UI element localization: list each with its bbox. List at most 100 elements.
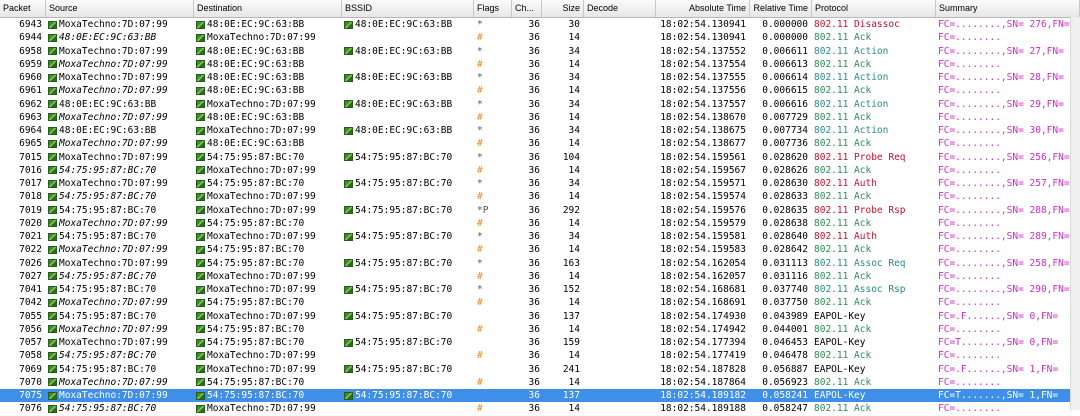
network-node-icon bbox=[196, 139, 205, 148]
cell-text: 14 bbox=[568, 244, 580, 256]
cell-text: 0.006614 bbox=[762, 72, 808, 83]
cell-src: MoxaTechno:7D:07:99 bbox=[48, 389, 192, 402]
cell-bssid: 48:0E:EC:9C:63:BB bbox=[344, 98, 472, 111]
table-row[interactable]: 7055 54:75:95:87:BC:70 MoxaTechno:7D:07:99… bbox=[0, 310, 1080, 323]
table-row[interactable]: 7026 MoxaTechno:7D:07:99 54:75:95:87:BC:70… bbox=[0, 257, 1080, 270]
cell-sum: FC=........,SN= 258,FN= bbox=[938, 257, 1070, 270]
cell-text: 0.056887 bbox=[762, 363, 808, 375]
cell-text: 18:02:54.168691 bbox=[660, 297, 746, 309]
packet-list[interactable]: Packet Source Destination BSSID Flags Ch… bbox=[0, 0, 1080, 414]
cell-dst: 54:75:95:87:BC:70 bbox=[196, 177, 340, 190]
cell-dst: 48:0E:EC:9C:63:BB bbox=[196, 137, 340, 150]
cell-text: MoxaTechno:7D:07:99 bbox=[59, 337, 168, 348]
table-row[interactable]: 7056 MoxaTechno:7D:07:99 54:75:95:87:BC:70… bbox=[0, 323, 1080, 336]
cell-text: 18:02:54.168681 bbox=[660, 284, 746, 295]
table-row[interactable]: 6963 MoxaTechno:7D:07:99 48:0E:EC:9C:63:BB… bbox=[0, 111, 1080, 124]
cell-abs: 18:02:54.138670 bbox=[656, 111, 746, 124]
cell-proto: 802.11 Ack bbox=[814, 270, 934, 283]
cell-text: 802.11 Probe Rsp bbox=[814, 204, 906, 216]
cell-text: MoxaTechno:7D:07:99 bbox=[207, 191, 316, 203]
col-flags[interactable]: Flags bbox=[474, 0, 512, 17]
cell-text: 48:0E:EC:9C:63:BB bbox=[355, 45, 453, 57]
col-absolute-time[interactable]: Absolute Time bbox=[656, 0, 750, 17]
table-row[interactable]: 6961 MoxaTechno:7D:07:99 48:0E:EC:9C:63:BB… bbox=[0, 84, 1080, 97]
cell-abs: 18:02:54.189188 bbox=[656, 402, 746, 415]
cell-packet: 7018 bbox=[2, 190, 42, 203]
cell-text: 7069 bbox=[19, 363, 42, 375]
table-row[interactable]: 6943 MoxaTechno:7D:07:99 48:0E:EC:9C:63:BB… bbox=[0, 18, 1080, 31]
cell-rel: 0.028638 bbox=[750, 217, 808, 230]
table-row[interactable]: 6944 48:0E:EC:9C:63:BB MoxaTechno:7D:07:99… bbox=[0, 31, 1080, 44]
table-row[interactable]: 7069 54:75:95:87:BC:70 MoxaTechno:7D:07:99… bbox=[0, 363, 1080, 376]
table-row[interactable]: 7021 54:75:95:87:BC:70 MoxaTechno:7D:07:99… bbox=[0, 230, 1080, 243]
cell-flags: # bbox=[477, 323, 511, 336]
cell-bssid: 54:75:95:87:BC:70 bbox=[344, 310, 472, 323]
cell-sum: FC=........,SN= 27,FN= bbox=[938, 45, 1070, 58]
cell-abs: 18:02:54.130941 bbox=[656, 18, 746, 31]
table-row[interactable]: 7058 54:75:95:87:BC:70 MoxaTechno:7D:07:99… bbox=[0, 349, 1080, 362]
table-row[interactable]: 7057 MoxaTechno:7D:07:99 54:75:95:87:BC:70… bbox=[0, 336, 1080, 349]
network-node-icon bbox=[196, 47, 205, 55]
cell-size: 14 bbox=[542, 58, 580, 71]
col-decode[interactable]: Decode bbox=[584, 0, 656, 17]
table-row[interactable]: 7020 MoxaTechno:7D:07:99 54:75:95:87:BC:70… bbox=[0, 217, 1080, 230]
table-row[interactable]: 7076 54:75:95:87:BC:70 MoxaTechno:7D:07:99… bbox=[0, 402, 1080, 415]
table-row[interactable]: 7015 MoxaTechno:7D:07:99 54:75:95:87:BC:70… bbox=[0, 151, 1080, 164]
col-summary[interactable]: Summary bbox=[936, 0, 1080, 17]
table-row[interactable]: 7041 54:75:95:87:BC:70 MoxaTechno:7D:07:99… bbox=[0, 283, 1080, 296]
cell-proto: 802.11 Auth bbox=[814, 230, 934, 243]
network-node-icon bbox=[48, 298, 57, 307]
table-row[interactable]: 7070 MoxaTechno:7D:07:99 54:75:95:87:BC:70… bbox=[0, 376, 1080, 389]
col-destination[interactable]: Destination bbox=[194, 0, 342, 17]
network-node-icon bbox=[196, 33, 205, 42]
vertical-scrollbar[interactable] bbox=[1070, 17, 1080, 410]
cell-text: 54:75:95:87:BC:70 bbox=[207, 151, 305, 163]
cell-packet: 7022 bbox=[2, 243, 42, 256]
col-channel[interactable]: Ch... bbox=[512, 0, 542, 17]
cell-text: 48:0E:EC:9C:63:BB bbox=[355, 98, 453, 110]
cell-rel: 0.044001 bbox=[750, 323, 808, 336]
table-row[interactable]: 6958 MoxaTechno:7D:07:99 48:0E:EC:9C:63:BB… bbox=[0, 45, 1080, 58]
network-node-icon bbox=[196, 245, 205, 254]
col-relative-time[interactable]: Relative Time bbox=[750, 0, 812, 17]
cell-src: 54:75:95:87:BC:70 bbox=[48, 310, 192, 323]
col-size[interactable]: Size bbox=[542, 0, 584, 17]
network-node-icon bbox=[48, 272, 57, 281]
cell-text: 0.000000 bbox=[762, 32, 808, 44]
table-row[interactable]: 7018 54:75:95:87:BC:70 MoxaTechno:7D:07:99… bbox=[0, 190, 1080, 203]
table-row[interactable]: 6959 MoxaTechno:7D:07:99 48:0E:EC:9C:63:BB… bbox=[0, 58, 1080, 71]
table-row[interactable]: 6962 48:0E:EC:9C:63:BB MoxaTechno:7D:07:99… bbox=[0, 98, 1080, 111]
cell-text: FC=T.......,SN= 0,FN= bbox=[938, 337, 1059, 348]
table-row[interactable]: 7016 54:75:95:87:BC:70 MoxaTechno:7D:07:99… bbox=[0, 164, 1080, 177]
cell-flags: # bbox=[477, 111, 511, 124]
cell-text: 18:02:54.138675 bbox=[660, 125, 746, 136]
col-protocol[interactable]: Protocol bbox=[812, 0, 936, 17]
table-row[interactable]: 6965 MoxaTechno:7D:07:99 48:0E:EC:9C:63:BB… bbox=[0, 137, 1080, 150]
network-node-icon bbox=[48, 60, 57, 69]
cell-text: 14 bbox=[568, 138, 580, 150]
cell-text: 48:0E:EC:9C:63:BB bbox=[355, 72, 453, 83]
cell-text: 30 bbox=[568, 19, 580, 30]
col-packet[interactable]: Packet bbox=[0, 0, 46, 17]
table-row[interactable]: 7027 54:75:95:87:BC:70 MoxaTechno:7D:07:99… bbox=[0, 270, 1080, 283]
cell-flags: * bbox=[477, 71, 511, 84]
table-row[interactable]: 7022 MoxaTechno:7D:07:99 54:75:95:87:BC:70… bbox=[0, 243, 1080, 256]
cell-src: 48:0E:EC:9C:63:BB bbox=[48, 124, 192, 137]
cell-text: 802.11 Action bbox=[814, 98, 889, 110]
table-row[interactable]: 7042 MoxaTechno:7D:07:99 54:75:95:87:BC:70… bbox=[0, 296, 1080, 309]
table-row[interactable]: 6964 48:0E:EC:9C:63:BB MoxaTechno:7D:07:99… bbox=[0, 124, 1080, 137]
col-source[interactable]: Source bbox=[46, 0, 194, 17]
cell-text: 802.11 Ack bbox=[814, 350, 872, 362]
table-row[interactable]: 7075 MoxaTechno:7D:07:99 54:75:95:87:BC:70… bbox=[0, 389, 1080, 403]
cell-text: FC=........,SN= 290,FN= bbox=[938, 284, 1070, 295]
table-row[interactable]: 7019 54:75:95:87:BC:70 MoxaTechno:7D:07:99… bbox=[0, 204, 1080, 217]
cell-dst: MoxaTechno:7D:07:99 bbox=[196, 190, 340, 203]
table-row[interactable]: 6960 MoxaTechno:7D:07:99 48:0E:EC:9C:63:BB… bbox=[0, 71, 1080, 84]
network-node-icon bbox=[48, 33, 57, 42]
cell-text: 14 bbox=[568, 403, 580, 415]
cell-packet: 7076 bbox=[2, 402, 42, 415]
table-row[interactable]: 7017 MoxaTechno:7D:07:99 54:75:95:87:BC:70… bbox=[0, 177, 1080, 190]
col-bssid[interactable]: BSSID bbox=[342, 0, 474, 17]
cell-text: 18:02:54.159574 bbox=[660, 191, 746, 203]
cell-text: 54:75:95:87:BC:70 bbox=[207, 390, 305, 401]
